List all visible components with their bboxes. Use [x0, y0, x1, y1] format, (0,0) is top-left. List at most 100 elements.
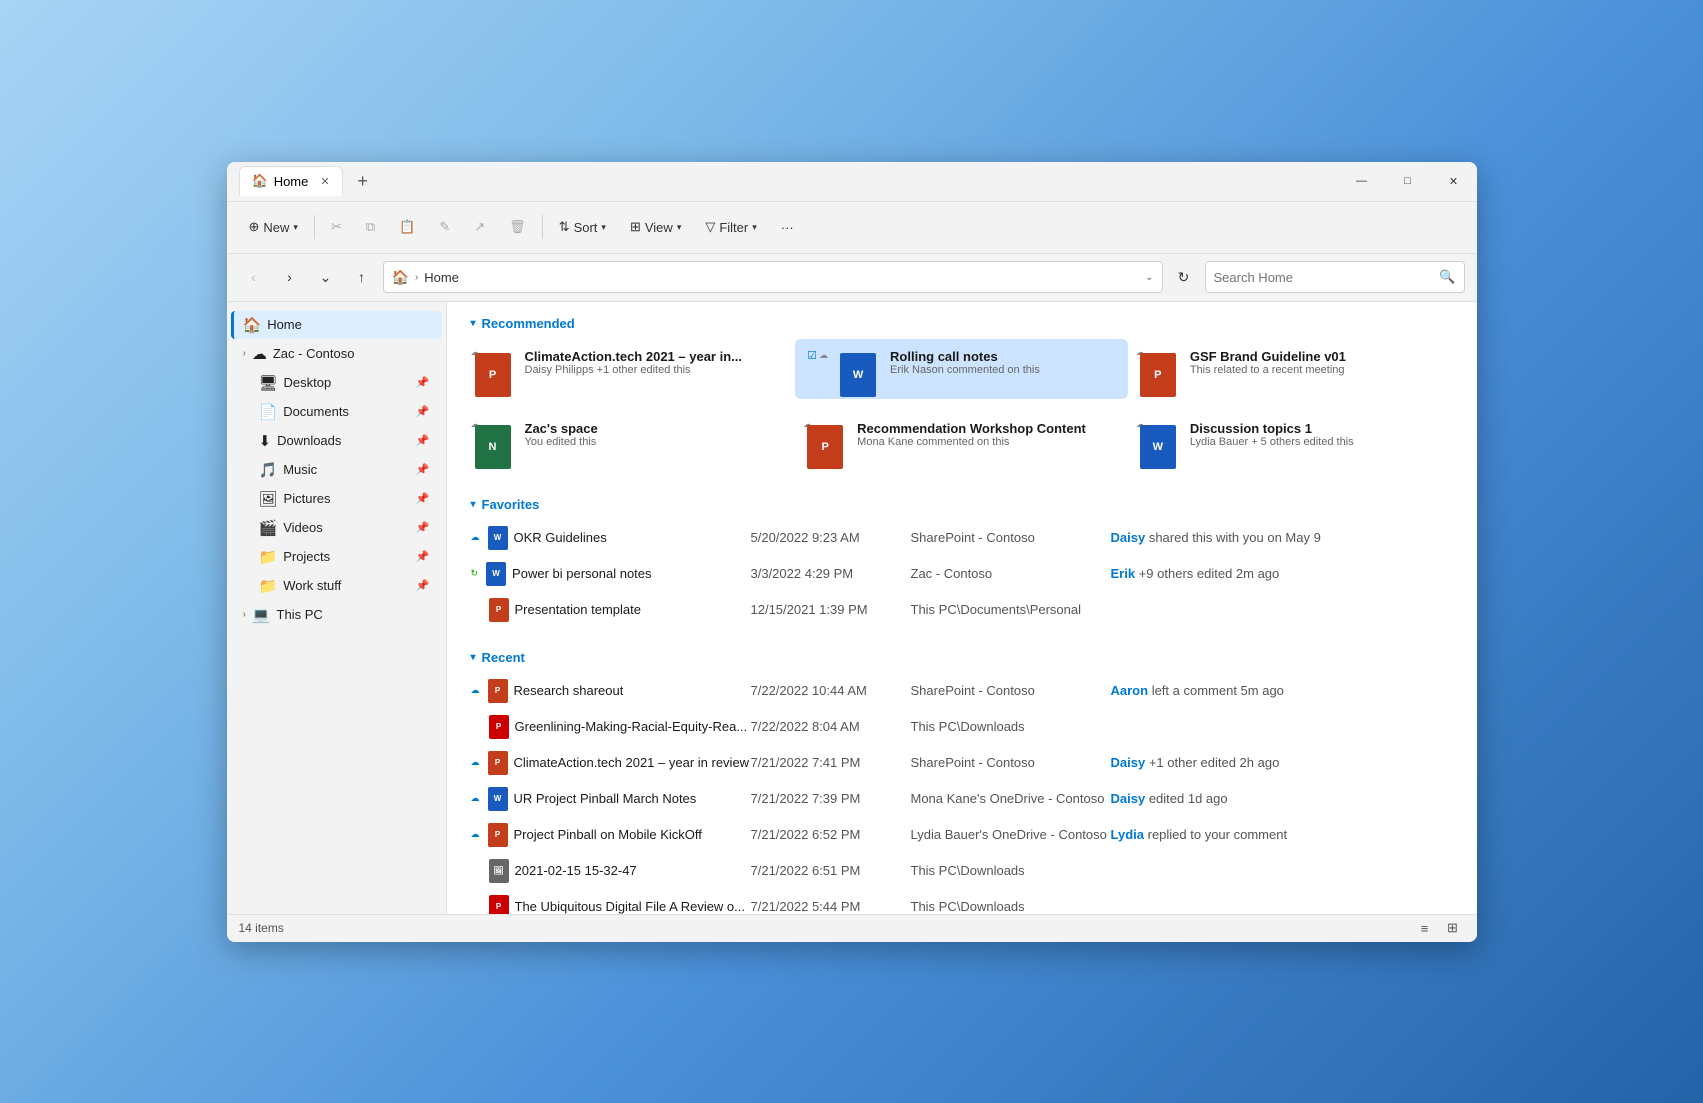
rec4-location: Mona Kane's OneDrive - Contoso	[911, 791, 1111, 806]
view-button[interactable]: ⊞ View ▾	[620, 213, 691, 241]
recent-locations-button[interactable]: ⌄	[311, 262, 341, 292]
back-button[interactable]: ‹	[239, 262, 269, 292]
main-area: 🏠 Home › ☁ Zac - Contoso 🖥 Desktop 📌 📄 D…	[227, 302, 1477, 914]
rec-card-2-icon: W	[840, 349, 880, 389]
rec-card-3[interactable]: ☁ P GSF Brand Guideline v01 This related…	[1128, 339, 1461, 399]
favorites-label: Favorites	[482, 497, 540, 512]
rec-card-2[interactable]: ☑ ☁ W Rolling call notes Erik Nason comm…	[795, 339, 1128, 399]
favorites-chevron-icon: ▾	[471, 499, 476, 510]
paste-icon: 📋	[399, 219, 415, 235]
fav1-date: 5/20/2022 9:23 AM	[751, 530, 911, 545]
address-breadcrumb-separator: ›	[415, 272, 418, 283]
cut-button[interactable]: ✂	[321, 213, 352, 241]
sidebar-item-zac-contoso[interactable]: › ☁ Zac - Contoso	[231, 340, 442, 368]
search-input[interactable]	[1214, 270, 1436, 285]
forward-button[interactable]: ›	[275, 262, 305, 292]
rec-card-4[interactable]: ☁ N Zac's space You edited this	[463, 411, 796, 471]
recommended-section-header[interactable]: ▾ Recommended	[447, 302, 1477, 339]
tab-close-icon[interactable]: ✕	[320, 175, 329, 188]
new-chevron-icon: ▾	[293, 222, 298, 233]
recent-item-2[interactable]: P Greenlining-Making-Racial-Equity-Rea..…	[447, 709, 1477, 745]
rec-card-1[interactable]: ☁ P ClimateAction.tech 2021 – year in...…	[463, 339, 796, 399]
rec6-file-icon: 🖼	[489, 859, 509, 883]
share-icon: ↗	[474, 219, 485, 235]
sidebar-item-home[interactable]: 🏠 Home	[231, 311, 442, 339]
sidebar-music-label: Music	[283, 462, 410, 477]
favorites-item-2[interactable]: ↻ W Power bi personal notes 3/3/2022 4:2…	[447, 556, 1477, 592]
tab-add-button[interactable]: +	[349, 167, 377, 195]
sort-button[interactable]: ⇅ Sort ▾	[549, 213, 616, 241]
rec-card-6-info: Discussion topics 1 Lydia Bauer + 5 othe…	[1190, 421, 1354, 448]
sidebar-pictures-label: Pictures	[284, 491, 410, 506]
recent-section-header[interactable]: ▾ Recent	[447, 636, 1477, 673]
grid-view-button[interactable]: ⊞	[1441, 917, 1465, 939]
rec4-activity: Daisy edited 1d ago	[1111, 791, 1453, 806]
home-sidebar-icon: 🏠	[243, 316, 262, 334]
fav3-date: 12/15/2021 1:39 PM	[751, 602, 911, 617]
downloads-pin-icon: 📌	[416, 434, 430, 447]
rec-card-3-title: GSF Brand Guideline v01	[1190, 349, 1346, 364]
filter-button[interactable]: ▽ Filter ▾	[695, 213, 766, 241]
recent-item-6[interactable]: 🖼 2021-02-15 15-32-47 7/21/2022 6:51 PM …	[447, 853, 1477, 889]
new-button[interactable]: ⊕ New ▾	[239, 213, 308, 241]
rec-card-6-subtitle: Lydia Bauer + 5 others edited this	[1190, 436, 1354, 448]
recent-item-5[interactable]: ☁ P Project Pinball on Mobile KickOff 7/…	[447, 817, 1477, 853]
rec-card-5[interactable]: ☁ P Recommendation Workshop Content Mona…	[795, 411, 1128, 471]
sidebar-item-thispc[interactable]: › 💻 This PC	[231, 601, 442, 629]
pictures-pin-icon: 📌	[416, 492, 430, 505]
sidebar-item-projects[interactable]: 📁 Projects 📌	[231, 543, 442, 571]
zac-cloud-icon: ☁	[252, 345, 267, 363]
recent-item-4[interactable]: ☁ W UR Project Pinball March Notes 7/21/…	[447, 781, 1477, 817]
rec-card-1-info: ClimateAction.tech 2021 – year in... Dai…	[525, 349, 742, 376]
address-home-icon: 🏠	[392, 269, 409, 286]
list-view-button[interactable]: ≡	[1413, 917, 1437, 939]
rec2-file-icon: P	[489, 715, 509, 739]
rec1-cloud-icon: ☁	[471, 685, 480, 696]
share-button[interactable]: ↗	[464, 213, 495, 241]
fav2-date: 3/3/2022 4:29 PM	[751, 566, 911, 581]
rec-card-6[interactable]: ☁ W Discussion topics 1 Lydia Bauer + 5 …	[1128, 411, 1461, 471]
sidebar-item-pictures[interactable]: 🖼 Pictures 📌	[231, 485, 442, 513]
copy-button[interactable]: ⧉	[356, 213, 385, 241]
sidebar-item-videos[interactable]: 🎬 Videos 📌	[231, 514, 442, 542]
sidebar-item-downloads[interactable]: ⬇ Downloads 📌	[231, 427, 442, 455]
title-bar: 🏠 Home ✕ + — □ ✕	[227, 162, 1477, 202]
sidebar-thispc-label: This PC	[277, 607, 430, 622]
rename-button[interactable]: ✎	[429, 213, 460, 241]
recent-item-1[interactable]: ☁ P Research shareout 7/22/2022 10:44 AM…	[447, 673, 1477, 709]
sidebar-item-documents[interactable]: 📄 Documents 📌	[231, 398, 442, 426]
fav3-location: This PC\Documents\Personal	[911, 602, 1111, 617]
search-box[interactable]: 🔍	[1205, 261, 1465, 293]
address-input[interactable]: 🏠 › Home ⌄	[383, 261, 1163, 293]
up-button[interactable]: ↑	[347, 262, 377, 292]
rec-card-5-title: Recommendation Workshop Content	[857, 421, 1086, 436]
sidebar-item-music[interactable]: 🎵 Music 📌	[231, 456, 442, 484]
favorites-item-3[interactable]: P Presentation template 12/15/2021 1:39 …	[447, 592, 1477, 628]
minimize-button[interactable]: —	[1339, 165, 1385, 197]
address-dropdown-icon[interactable]: ⌄	[1145, 272, 1153, 283]
content-pane: ▾ Recommended ☁ P ClimateAction.tech 202…	[447, 302, 1477, 914]
fav2-name-col: ↻ W Power bi personal notes	[471, 562, 751, 586]
favorites-item-1[interactable]: ☁ W OKR Guidelines 5/20/2022 9:23 AM Sha…	[447, 520, 1477, 556]
fav1-name-col: ☁ W OKR Guidelines	[471, 526, 751, 550]
maximize-button[interactable]: □	[1385, 165, 1431, 197]
card6-file-icon: W	[1140, 425, 1176, 469]
active-tab[interactable]: 🏠 Home ✕	[239, 166, 343, 196]
favorites-section-header[interactable]: ▾ Favorites	[447, 483, 1477, 520]
close-button[interactable]: ✕	[1431, 165, 1477, 197]
downloads-icon: ⬇	[259, 432, 272, 450]
card2-file-icon: W	[840, 353, 876, 397]
rec1-activity: Aaron left a comment 5m ago	[1111, 683, 1453, 698]
recent-item-3[interactable]: ☁ P ClimateAction.tech 2021 – year in re…	[447, 745, 1477, 781]
recent-item-7[interactable]: P The Ubiquitous Digital File A Review o…	[447, 889, 1477, 914]
refresh-button[interactable]: ↻	[1169, 262, 1199, 292]
more-button[interactable]: ···	[771, 214, 804, 241]
paste-button[interactable]: 📋	[389, 213, 425, 241]
sidebar-item-workstuff[interactable]: 📁 Work stuff 📌	[231, 572, 442, 600]
delete-icon: 🗑	[509, 219, 526, 235]
sidebar-desktop-label: Desktop	[284, 375, 410, 390]
rec1-name-text: Research shareout	[514, 683, 624, 698]
delete-button[interactable]: 🗑	[499, 213, 536, 241]
sidebar-item-desktop[interactable]: 🖥 Desktop 📌	[231, 369, 442, 397]
rec7-name-text: The Ubiquitous Digital File A Review o..…	[515, 899, 746, 914]
